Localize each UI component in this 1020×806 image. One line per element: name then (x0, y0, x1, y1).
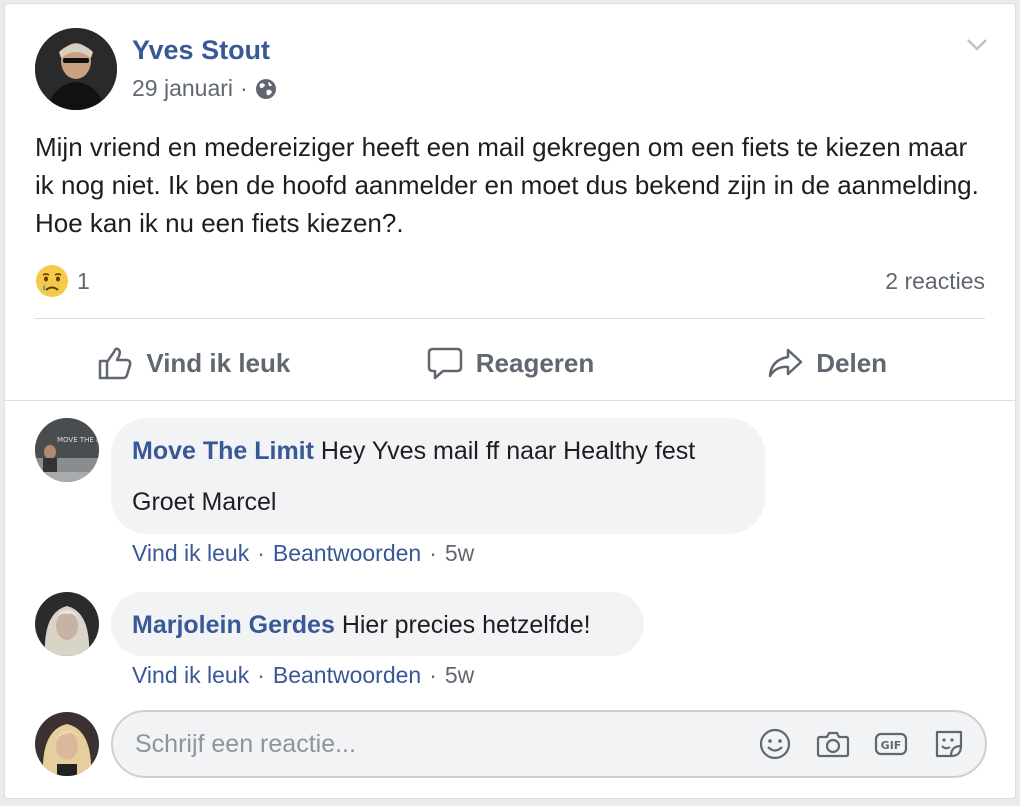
comment-actions: Vind ik leuk · Beantwoorden · 5w (132, 540, 474, 567)
comment-label: Reageren (475, 347, 595, 378)
post-meta: 29 januari · (132, 75, 277, 102)
commenter-name[interactable]: Marjolein Gerdes (132, 611, 335, 639)
post-text: Mijn vriend en medereiziger heeft een ma… (35, 132, 979, 238)
dot-separator: · (257, 540, 265, 566)
meta-separator: · (240, 75, 248, 101)
comment-input[interactable] (135, 729, 757, 759)
comment-bubble: Marjolein Gerdes Hier precies hetzelfde! (111, 592, 644, 656)
share-arrow-icon (769, 348, 803, 378)
svg-text:MOVE THE LIMIT: MOVE THE LIMIT (57, 436, 99, 444)
commenter-name[interactable]: Move The Limit (132, 437, 314, 465)
smiley-icon[interactable] (757, 726, 793, 762)
comment-bubble: Move The Limit Hey Yves mail ff naar Hea… (111, 418, 765, 534)
reaction-count: 1 (77, 267, 90, 294)
chevron-down-icon[interactable] (965, 34, 989, 54)
comment-composer[interactable]: GIF (111, 710, 987, 778)
share-button[interactable]: Delen (668, 334, 985, 392)
thumbs-up-icon (99, 347, 132, 380)
comment-reply-link[interactable]: Beantwoorden (273, 540, 421, 567)
like-button[interactable]: Vind ik leuk (35, 334, 352, 392)
comment-count[interactable]: 2 reacties (885, 268, 985, 295)
reactions-row: 1 2 reacties (35, 261, 985, 301)
comment-time[interactable]: 5w (445, 662, 474, 689)
comment-text-line2: Groet Marcel (132, 488, 277, 516)
sad-reaction-icon (36, 265, 68, 297)
svg-text:GIF: GIF (881, 739, 902, 752)
composer-icons: GIF (757, 726, 985, 762)
share-label: Delen (816, 347, 888, 378)
commenter-avatar[interactable]: MOVE THE LIMIT (35, 418, 99, 482)
speech-bubble-icon (427, 347, 462, 380)
divider (35, 318, 985, 319)
divider (5, 400, 1015, 401)
comment-like-link[interactable]: Vind ik leuk (132, 540, 249, 567)
dot-separator: · (429, 662, 437, 688)
comment-button[interactable]: Reageren (352, 334, 669, 392)
like-label: Vind ik leuk (146, 347, 291, 378)
globe-icon[interactable] (255, 78, 277, 100)
comment-first-line: Marjolein Gerdes Hier precies hetzelfde! (132, 611, 591, 640)
comment-first-line: Move The Limit Hey Yves mail ff naar Hea… (132, 437, 695, 466)
sticker-icon[interactable] (931, 726, 967, 762)
author-avatar[interactable] (35, 28, 117, 110)
commenter-avatar[interactable] (35, 592, 99, 656)
dot-separator: · (257, 662, 265, 688)
comment-like-link[interactable]: Vind ik leuk (132, 662, 249, 689)
camera-icon[interactable] (815, 726, 851, 762)
comment-text: Hey Yves mail ff naar Healthy fest (320, 437, 696, 465)
post-card: Yves Stout 29 januari · Mijn vriend en m… (4, 3, 1016, 799)
current-user-avatar[interactable] (35, 712, 99, 776)
reaction-summary[interactable]: 1 (35, 264, 90, 298)
comment-text: Hier precies hetzelfde! (341, 611, 591, 639)
comment-time[interactable]: 5w (445, 540, 474, 567)
dot-separator: · (429, 540, 437, 566)
action-bar: Vind ik leuk Reageren Delen (35, 334, 985, 392)
author-name[interactable]: Yves Stout (132, 35, 270, 66)
comment-reply-link[interactable]: Beantwoorden (273, 662, 421, 689)
comment-actions: Vind ik leuk · Beantwoorden · 5w (132, 662, 474, 689)
post-date[interactable]: 29 januari (132, 75, 233, 102)
gif-icon[interactable]: GIF (873, 726, 909, 762)
